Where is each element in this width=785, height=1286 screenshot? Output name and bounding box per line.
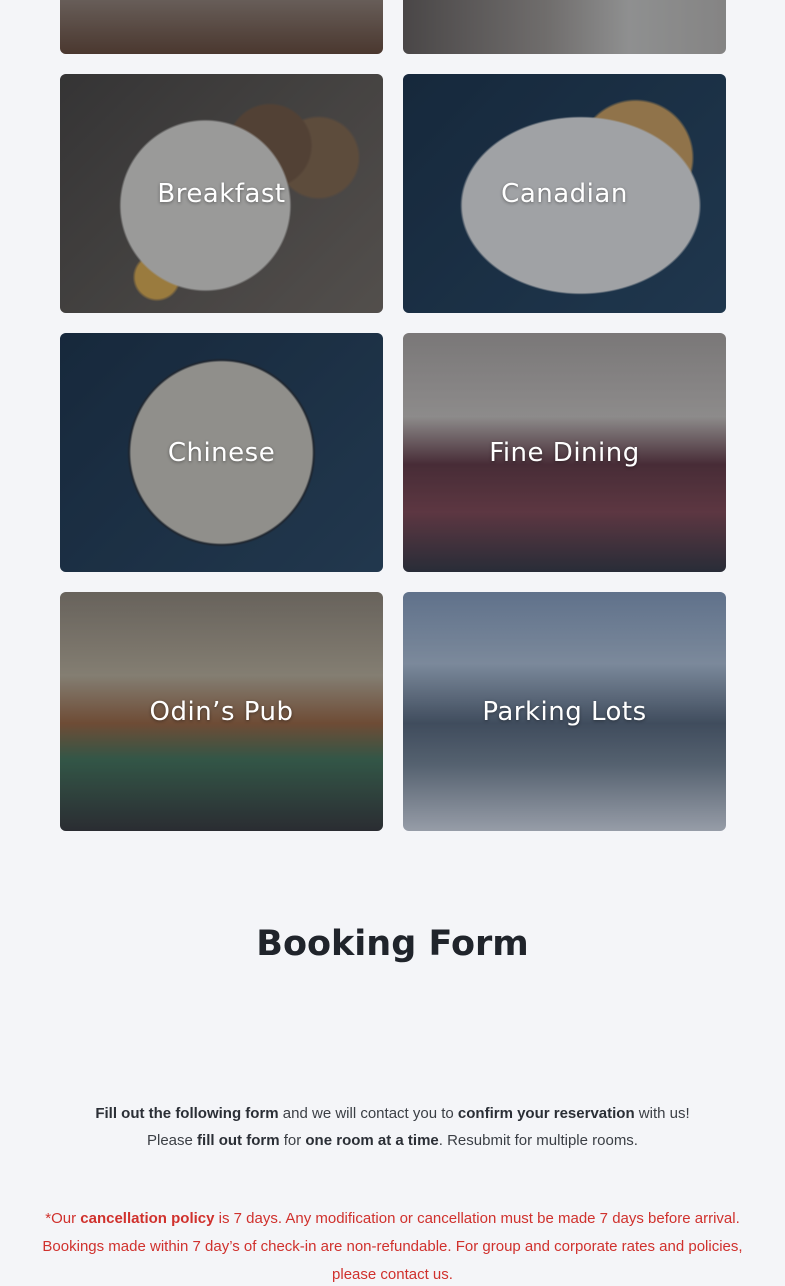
canadian-label: Canadian (501, 178, 628, 209)
policy-text: *Our (45, 1210, 81, 1227)
cancellation-policy-emphasis: cancellation policy (80, 1210, 215, 1227)
booking-intro: Fill out the following form and we will … (0, 1100, 785, 1154)
booking-form-title: Booking Form (256, 924, 529, 964)
intro-emphasis: one room at a time (305, 1132, 439, 1149)
fine-dining-card[interactable]: Fine Dining (403, 333, 726, 572)
card-overlay (60, 0, 383, 54)
chinese-label: Chinese (167, 437, 276, 468)
cancellation-policy-notice: *Our cancellation policy is 7 days. Any … (20, 1205, 765, 1286)
fine-dining-label: Fine Dining (489, 437, 640, 468)
intro-emphasis: confirm your reservation (457, 1105, 635, 1122)
intro-line-2: Please fill out form for one room at a t… (0, 1127, 785, 1154)
intro-emphasis: fill out form (197, 1132, 280, 1149)
intro-text: . Resubmit for multiple rooms. (438, 1132, 638, 1149)
breakfast-label: Breakfast (157, 178, 286, 209)
pub-label: Odin’s Pub (149, 696, 294, 727)
chinese-card[interactable]: Chinese (60, 333, 383, 572)
bathroom-photo-card[interactable] (403, 0, 726, 54)
breakfast-card[interactable]: Breakfast (60, 74, 383, 313)
intro-emphasis: Fill out the following form (95, 1105, 279, 1122)
intro-text: Please (147, 1132, 198, 1149)
parking-label: Parking Lots (482, 696, 647, 727)
pub-card[interactable]: Odin’s Pub (60, 592, 383, 831)
intro-line-1: Fill out the following form and we will … (0, 1100, 785, 1127)
canadian-card[interactable]: Canadian (403, 74, 726, 313)
intro-text: for (279, 1132, 306, 1149)
intro-text: with us! (634, 1105, 690, 1122)
parking-card[interactable]: Parking Lots (403, 592, 726, 831)
card-overlay (403, 0, 726, 54)
room-photo-card[interactable] (60, 0, 383, 54)
intro-text: and we will contact you to (278, 1105, 458, 1122)
